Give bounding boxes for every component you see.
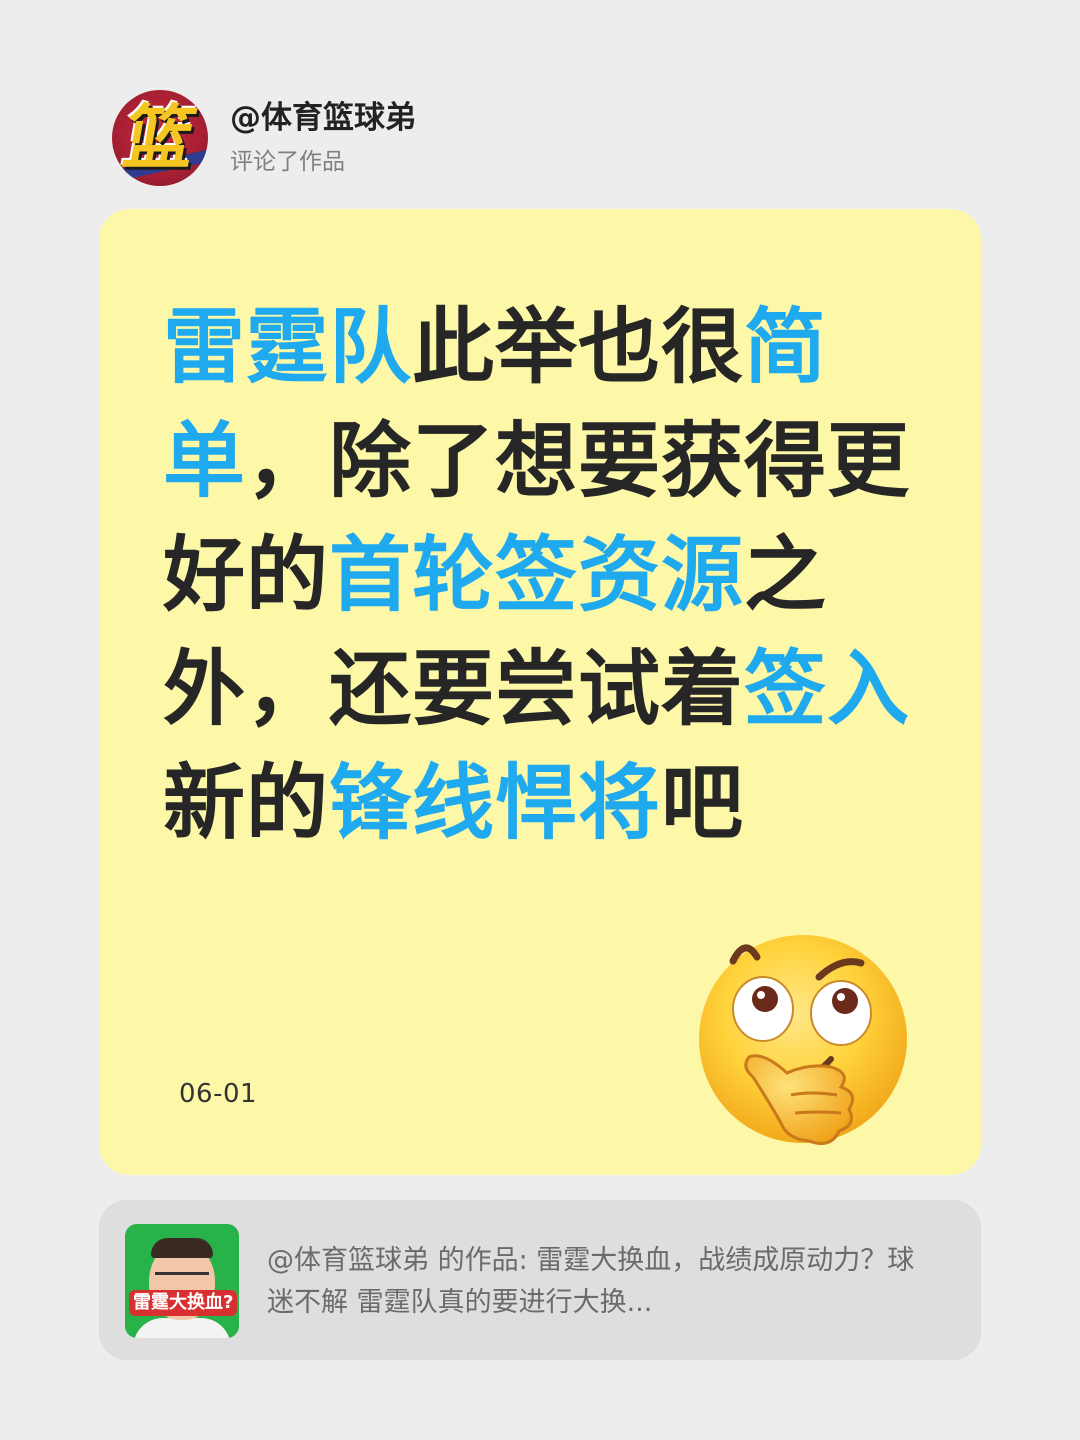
thinking-face-icon [699,935,907,1145]
comment-text: 雷霆队此举也很简单，除了想要获得更好的首轮签资源之外，还要尝试着签入新的锋线悍将… [163,291,953,861]
thumbnail-caption: 雷霆大换血? [129,1290,238,1316]
avatar[interactable]: 篮 [112,90,208,186]
thumbnail-person-hair [151,1238,213,1258]
referenced-work-title[interactable]: @体育篮球弟 的作品: 雷霆大换血，战绩成原动力？球迷不解 雷霆队真的要进行大换… [267,1240,939,1324]
user-info: @体育篮球弟 评论了作品 [230,97,416,179]
comment-highlight-segment: 锋线悍将 [329,756,662,851]
comment-text-segment: 新的 [163,756,330,851]
comment-text-segment: 此举也很 [412,300,745,395]
comment-date: 06-01 [179,1079,258,1109]
avatar-logo: 篮 [117,97,203,179]
comment-card: 雷霆队此举也很简单，除了想要获得更好的首轮签资源之外，还要尝试着签入新的锋线悍将… [99,209,981,1175]
comment-highlight-segment: 雷霆队 [163,300,413,395]
thumbnail-person-shirt [133,1318,231,1338]
thumbnail-person-glasses [155,1272,209,1285]
comment-action-text: 评论了作品 [230,149,345,175]
comment-header: 篮 @体育篮球弟 评论了作品 [112,90,416,186]
video-thumbnail[interactable]: 雷霆大换血? [125,1224,239,1338]
username[interactable]: @体育篮球弟 [230,97,416,139]
comment-highlight-segment: 签入 [744,642,911,737]
referenced-work-card[interactable]: 雷霆大换血? @体育篮球弟 的作品: 雷霆大换血，战绩成原动力？球迷不解 雷霆队… [99,1200,981,1360]
comment-text-segment: 吧 [661,756,745,851]
comment-highlight-segment: 首轮签资源 [329,528,745,623]
